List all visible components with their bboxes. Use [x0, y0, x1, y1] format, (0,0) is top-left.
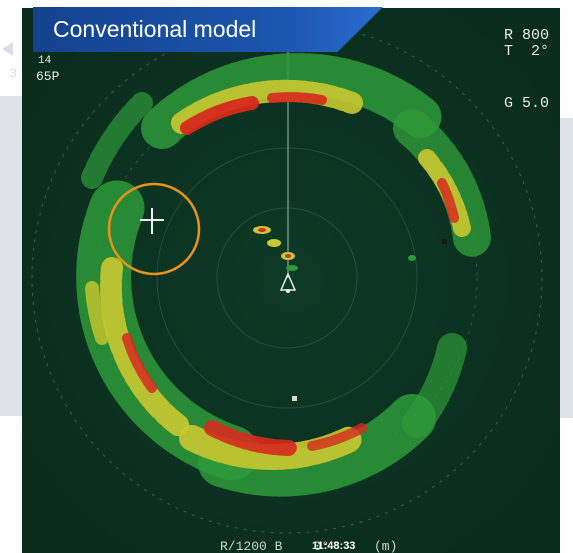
menu-arrow-icon[interactable]	[2, 42, 13, 56]
top-left-readout-2: 65P	[36, 69, 60, 84]
units-readout: (m)	[374, 539, 398, 553]
gain-readout: G 5.0	[504, 95, 550, 112]
sonar-display	[22, 8, 560, 553]
tilt-readout: T 2°	[504, 43, 550, 60]
edge-digit: 3	[10, 66, 17, 80]
model-banner: Conventional model	[33, 7, 383, 52]
range-readout: R 800	[504, 27, 550, 44]
clock-readout: 11:48:33	[312, 540, 356, 552]
top-left-readout-1: 14	[38, 55, 52, 67]
background-panel-right	[560, 118, 573, 418]
sonar-screen[interactable]: 14 65P R 800 T 2° G 5.0 R/1200 B 0° 11:4…	[22, 8, 560, 553]
banner-label: Conventional model	[53, 16, 257, 42]
